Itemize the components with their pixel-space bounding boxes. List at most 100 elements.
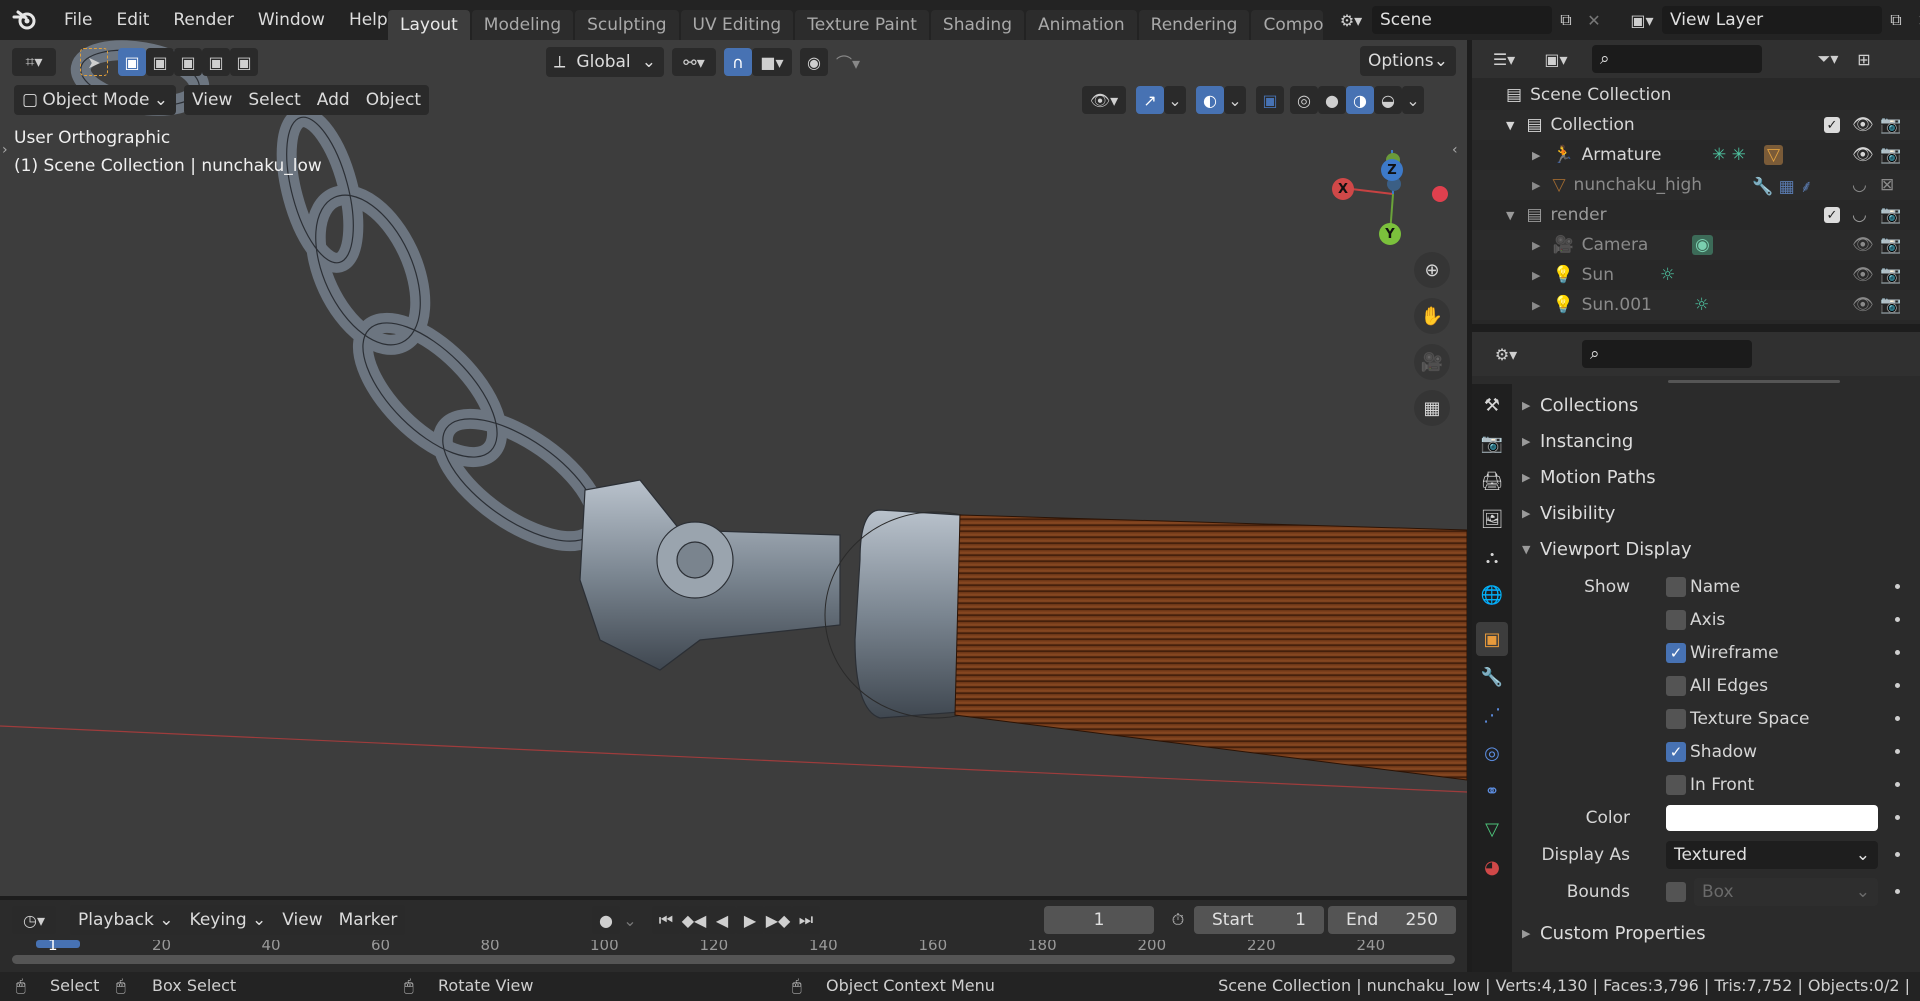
timeline-scrollbar[interactable] [12,955,1455,964]
visibility-eye-icon[interactable]: 👁 [1852,235,1874,255]
tab-shading[interactable]: Shading [930,10,1024,40]
show-shadow-checkbox[interactable]: ✓ [1666,741,1686,762]
scene-properties-icon[interactable]: ⛬ [1476,540,1508,574]
outliner-row-camera[interactable]: ▶ 🎥 Camera ◉ 👁 📷 [1472,230,1920,260]
record-icon[interactable]: ● [592,906,620,934]
timeline-editor-icon[interactable]: ◷▾ [12,906,56,934]
expand-triangle-icon[interactable]: ▶ [1532,179,1540,192]
stopwatch-icon[interactable]: ⏱ [1164,906,1192,934]
xray-toggle-icon[interactable]: ▣ [1256,86,1284,114]
scene-name-field[interactable]: Scene [1372,6,1552,34]
blender-logo-icon[interactable] [12,0,38,40]
select-new-icon[interactable]: ▣ [118,48,146,76]
visibility-eye-icon[interactable]: 👁▾ [1082,86,1126,114]
outliner-row-render[interactable]: ▼ ▤ render ✓ ◡ 📷 [1472,200,1920,230]
prev-keyframe-icon[interactable]: ◆◀ [680,906,708,934]
tab-uv-editing[interactable]: UV Editing [680,10,794,40]
jump-end-icon[interactable]: ⏭ [792,906,820,934]
options-dropdown[interactable]: Options ⌄ [1360,46,1456,76]
menu-window[interactable]: Window [246,0,337,40]
new-scene-icon[interactable]: ⧉ [1552,6,1580,34]
output-properties-icon[interactable]: 🖨 [1476,464,1508,498]
material-shading-icon[interactable]: ◑ [1346,86,1374,114]
frame-ruler[interactable]: 1 20 40 60 80 100 120 140 160 180 200 220 240 [12,940,1455,968]
keyframe-dot[interactable] [1895,617,1900,622]
falloff-icon[interactable]: ⌒▾ [828,48,868,76]
grid-ortho-icon[interactable]: ▦ [1414,390,1450,426]
exclude-checkbox[interactable]: ✓ [1824,117,1840,133]
gizmo-y-axis[interactable]: Y [1379,223,1401,245]
view-layer-field[interactable]: View Layer [1662,6,1882,34]
render-camera-icon[interactable]: 📷 [1880,115,1901,135]
render-disabled-icon[interactable]: ⊠ [1880,175,1894,195]
snap-target-icon[interactable]: ■▾ [752,48,792,76]
visibility-eye-icon[interactable]: 👁 [1852,115,1874,135]
exclude-checkbox[interactable]: ✓ [1824,207,1840,223]
jump-start-icon[interactable]: ⏮ [652,906,680,934]
keyframe-dot[interactable] [1895,852,1900,857]
render-camera-icon[interactable]: 📷 [1880,145,1901,165]
solid-shading-icon[interactable]: ● [1318,86,1346,114]
menu-view[interactable]: View [184,85,240,115]
select-subtract-icon[interactable]: ▣ [174,48,202,76]
expand-triangle-icon[interactable]: ▶ [1532,149,1540,162]
menu-marker[interactable]: Marker [331,905,406,935]
pivot-point-icon[interactable]: ⚯▾ [672,48,716,76]
expand-triangle-icon[interactable]: ▶ [1532,269,1540,282]
zoom-icon[interactable]: ⊕ [1414,252,1450,288]
scroll-indicator[interactable] [1668,380,1840,383]
scene-icon[interactable]: ⚙▾ [1330,6,1372,34]
visibility-eye-icon[interactable]: 👁 [1852,265,1874,285]
panel-collections[interactable]: ▶ Collections [1522,388,1912,422]
tab-rendering[interactable]: Rendering [1138,10,1250,40]
show-texture-space-checkbox[interactable] [1666,708,1686,729]
delete-view-layer-icon[interactable]: ✕ [1910,6,1920,34]
show-name-checkbox[interactable] [1666,576,1686,597]
panel-custom-properties[interactable]: ▶ Custom Properties [1522,916,1912,950]
display-mode-icon[interactable]: ▣▾ [1534,45,1578,73]
tab-sculpting[interactable]: Sculpting [575,10,679,40]
panel-visibility[interactable]: ▶ Visibility [1522,496,1912,530]
keyframe-dot[interactable] [1895,815,1900,820]
current-frame-field[interactable]: 1 [1044,906,1154,934]
menu-object[interactable]: Object [358,85,429,115]
render-properties-icon[interactable]: 📷 [1476,426,1508,460]
view-layer-icon[interactable]: 🖼 [1476,502,1508,536]
tab-compositing[interactable]: Compos [1251,10,1324,40]
keyframe-dot[interactable] [1895,716,1900,721]
camera-view-icon[interactable]: 🎥 [1414,344,1450,380]
tab-layout[interactable]: Layout [388,10,470,40]
gizmo-toggle-icon[interactable]: ↗ [1136,86,1164,114]
chevron-down-icon[interactable]: ⌄ [1402,86,1424,114]
hidden-eye-icon[interactable]: ◡ [1852,205,1867,225]
snap-magnet-icon[interactable]: ∩ [724,48,752,76]
gizmo-z-axis[interactable]: Z [1381,159,1403,181]
outliner-row-sun-001[interactable]: ▶ 💡 Sun.001 ☼ 👁 📷 [1472,290,1920,320]
start-frame-field[interactable]: Start 1 [1194,906,1324,934]
tool-settings-icon[interactable]: ⚒ [1476,388,1508,422]
wireframe-shading-icon[interactable]: ◎ [1290,86,1318,114]
gizmo-x-axis[interactable]: X [1332,178,1354,200]
new-view-layer-icon[interactable]: ⧉ [1882,6,1910,34]
panel-motion-paths[interactable]: ▶ Motion Paths [1522,460,1912,494]
outliner-row-nunchaku-high[interactable]: ▶ ▽ nunchaku_high 🔧 ▦ ⸙ ◡ ⊠ [1472,170,1920,200]
show-axis-checkbox[interactable] [1666,609,1686,630]
filter-icon[interactable]: ⏷▾ [1806,45,1850,73]
outliner-row-sun[interactable]: ▶ 💡 Sun ☼ 👁 📷 [1472,260,1920,290]
properties-search-input[interactable]: ⌕ [1582,340,1752,368]
menu-timeline-view[interactable]: View [274,905,330,935]
chevron-down-icon[interactable]: ⌄ [620,906,640,934]
panel-instancing[interactable]: ▶ Instancing [1522,424,1912,458]
render-camera-icon[interactable]: 📷 [1880,205,1901,225]
proportional-edit-icon[interactable]: ◉ [800,48,828,76]
bounds-type-dropdown[interactable]: Box ⌄ [1694,877,1878,906]
outliner-row-collection[interactable]: ▼ ▤ Collection ✓ 👁 📷 [1472,110,1920,140]
3d-viewport[interactable]: ⌗▾ ➤ ▣ ▣ ▣ ▣ ▣ ⟂ Global ⌄ ⚯▾ ∩ ■▾ ◉ ⌒▾ Opt… [0,40,1467,896]
new-collection-icon[interactable]: ⊞ [1850,45,1878,73]
editor-type-icon[interactable]: ⌗▾ [12,48,56,76]
bounds-checkbox[interactable] [1666,881,1686,902]
properties-editor-icon[interactable]: ⚙▾ [1484,340,1528,368]
end-frame-field[interactable]: End 250 [1328,906,1456,934]
play-reverse-icon[interactable]: ◀ [708,906,736,934]
outliner-root[interactable]: ▤ Scene Collection [1472,80,1920,110]
